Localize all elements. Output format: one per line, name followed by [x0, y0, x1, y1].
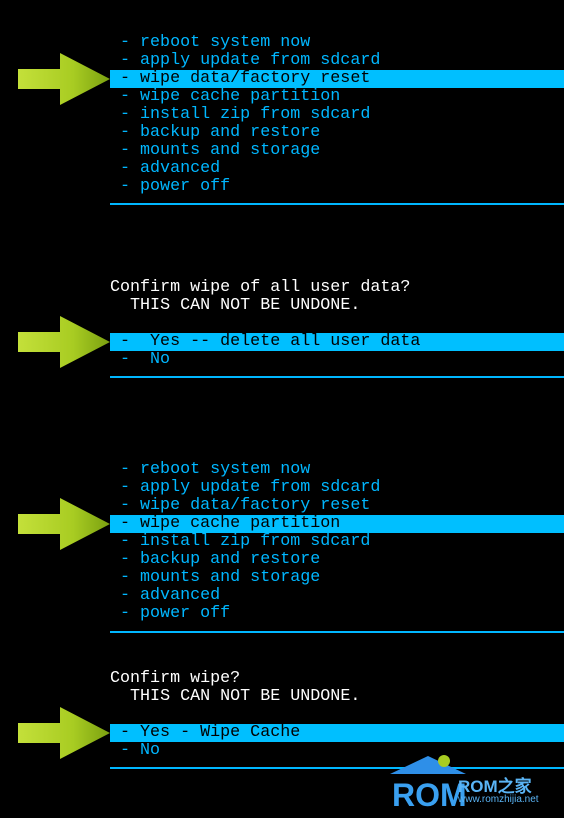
- menu-item[interactable]: - wipe data/factory reset: [110, 497, 564, 515]
- confirm-option[interactable]: - Yes - Wipe Cache: [110, 724, 564, 742]
- menu-item[interactable]: - install zip from sdcard: [110, 106, 564, 124]
- menu-item[interactable]: - power off: [110, 605, 564, 623]
- confirm-warning: THIS CAN NOT BE UNDONE.: [110, 296, 361, 315]
- menu-item[interactable]: - backup and restore: [110, 551, 564, 569]
- confirm-warning: THIS CAN NOT BE UNDONE.: [110, 687, 361, 706]
- menu-item[interactable]: - wipe data/factory reset: [110, 70, 564, 88]
- menu-item[interactable]: - mounts and storage: [110, 142, 564, 160]
- watermark-logo: ROM ROM之家 www.romzhijia.net: [388, 752, 564, 813]
- menu-separator: [110, 203, 564, 205]
- menu-item[interactable]: - reboot system now: [110, 461, 564, 479]
- confirm-title: Confirm wipe of all user data?: [110, 278, 411, 297]
- menu-item[interactable]: - advanced: [110, 160, 564, 178]
- menu-item[interactable]: - advanced: [110, 587, 564, 605]
- menu-item[interactable]: - apply update from sdcard: [110, 479, 564, 497]
- menu-item[interactable]: - power off: [110, 178, 564, 196]
- menu-item[interactable]: - reboot system now: [110, 34, 564, 52]
- svg-text:ROM: ROM: [392, 777, 467, 812]
- menu-item[interactable]: - wipe cache partition: [110, 88, 564, 106]
- menu-item[interactable]: - wipe cache partition: [110, 515, 564, 533]
- selection-arrow-icon: [18, 316, 110, 368]
- menu-item[interactable]: - backup and restore: [110, 124, 564, 142]
- menu-separator: [110, 631, 564, 633]
- selection-arrow-icon: [18, 498, 110, 550]
- menu-item[interactable]: - install zip from sdcard: [110, 533, 564, 551]
- selection-arrow-icon: [18, 53, 110, 105]
- watermark-url: www.romzhijia.net: [458, 794, 539, 805]
- menu-item[interactable]: - apply update from sdcard: [110, 52, 564, 70]
- menu-item[interactable]: - mounts and storage: [110, 569, 564, 587]
- menu-separator: [110, 376, 564, 378]
- confirm-option[interactable]: - No: [110, 351, 564, 369]
- confirm-option[interactable]: - Yes -- delete all user data: [110, 333, 564, 351]
- selection-arrow-icon: [18, 707, 110, 759]
- confirm-title: Confirm wipe?: [110, 669, 241, 688]
